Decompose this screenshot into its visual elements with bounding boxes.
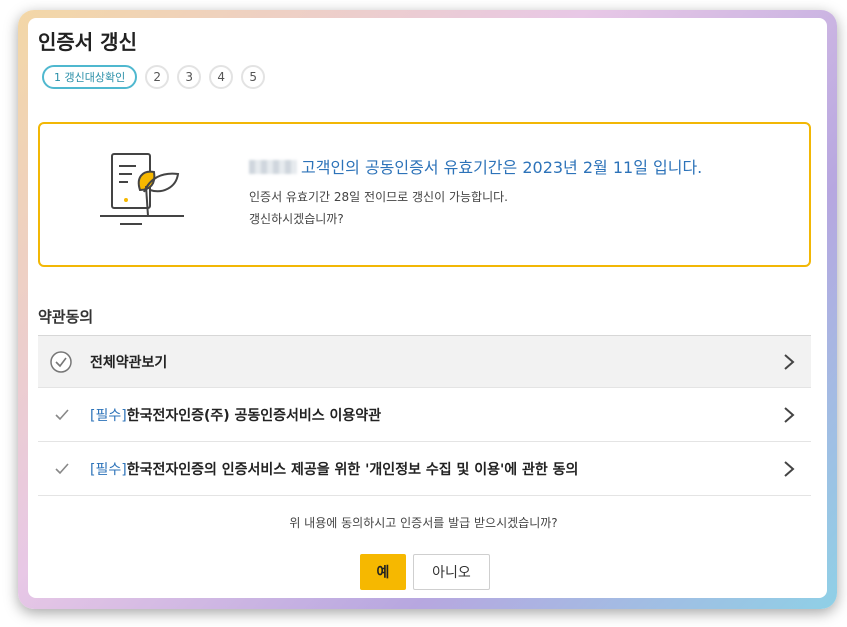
step-indicator: 1 갱신대상확인 2 3 4 5 bbox=[42, 65, 266, 89]
dialog-title: 인증서 갱신 bbox=[38, 30, 137, 54]
step-1: 1 갱신대상확인 bbox=[42, 65, 138, 89]
step-3: 3 bbox=[177, 65, 202, 89]
check-icon[interactable] bbox=[54, 407, 70, 423]
certificate-plant-icon bbox=[100, 153, 184, 225]
terms-item-privacy[interactable]: [필수]한국전자인증의 인증서비스 제공을 위한 '개인정보 수집 및 이용'에… bbox=[38, 443, 811, 496]
view-all-terms-row[interactable]: 전체약관보기 bbox=[38, 335, 811, 388]
chevron-right-icon bbox=[784, 407, 795, 423]
expiry-headline: 고객인의 공동인증서 유효기간은 2023년 2월 11일 입니다. bbox=[249, 154, 702, 178]
view-all-terms-label: 전체약관보기 bbox=[90, 354, 168, 371]
renewal-dialog bbox=[28, 18, 827, 598]
check-icon[interactable] bbox=[54, 461, 70, 477]
required-tag: [필수] bbox=[90, 408, 127, 424]
terms-item-label: [필수]한국전자인증(주) 공동인증서비스 이용약관 bbox=[90, 405, 381, 425]
required-tag: [필수] bbox=[90, 462, 127, 478]
step-5: 5 bbox=[241, 65, 266, 89]
terms-item-service[interactable]: [필수]한국전자인증(주) 공동인증서비스 이용약관 bbox=[38, 389, 811, 442]
chevron-right-icon bbox=[784, 354, 795, 370]
terms-item-label: [필수]한국전자인증의 인증서비스 제공을 위한 '개인정보 수집 및 이용'에… bbox=[90, 459, 578, 479]
yes-button[interactable]: 예 bbox=[360, 554, 406, 590]
step-2: 2 bbox=[145, 65, 170, 89]
circle-check-icon[interactable] bbox=[50, 351, 72, 373]
expiry-info-box: 고객인의 공동인증서 유효기간은 2023년 2월 11일 입니다. 인증서 유… bbox=[38, 122, 811, 267]
step-4: 4 bbox=[209, 65, 234, 89]
expiry-headline-text: 고객인의 공동인증서 유효기간은 2023년 2월 11일 입니다. bbox=[301, 158, 703, 177]
renewal-eligibility-text: 인증서 유효기간 28일 전이므로 갱신이 가능합니다. bbox=[249, 190, 508, 204]
masked-username bbox=[249, 160, 297, 174]
chevron-right-icon bbox=[784, 461, 795, 477]
terms-section-title: 약관동의 bbox=[38, 308, 94, 326]
terms-item-text: 한국전자인증의 인증서비스 제공을 위한 '개인정보 수집 및 이용'에 관한 … bbox=[126, 462, 579, 478]
no-button[interactable]: 아니오 bbox=[413, 554, 490, 590]
terms-item-text: 한국전자인증(주) 공동인증서비스 이용약관 bbox=[126, 408, 382, 424]
renewal-question-text: 갱신하시겠습니까? bbox=[249, 212, 344, 226]
confirm-question: 위 내용에 동의하시고 인증서를 발급 받으시겠습니까? bbox=[289, 516, 558, 530]
